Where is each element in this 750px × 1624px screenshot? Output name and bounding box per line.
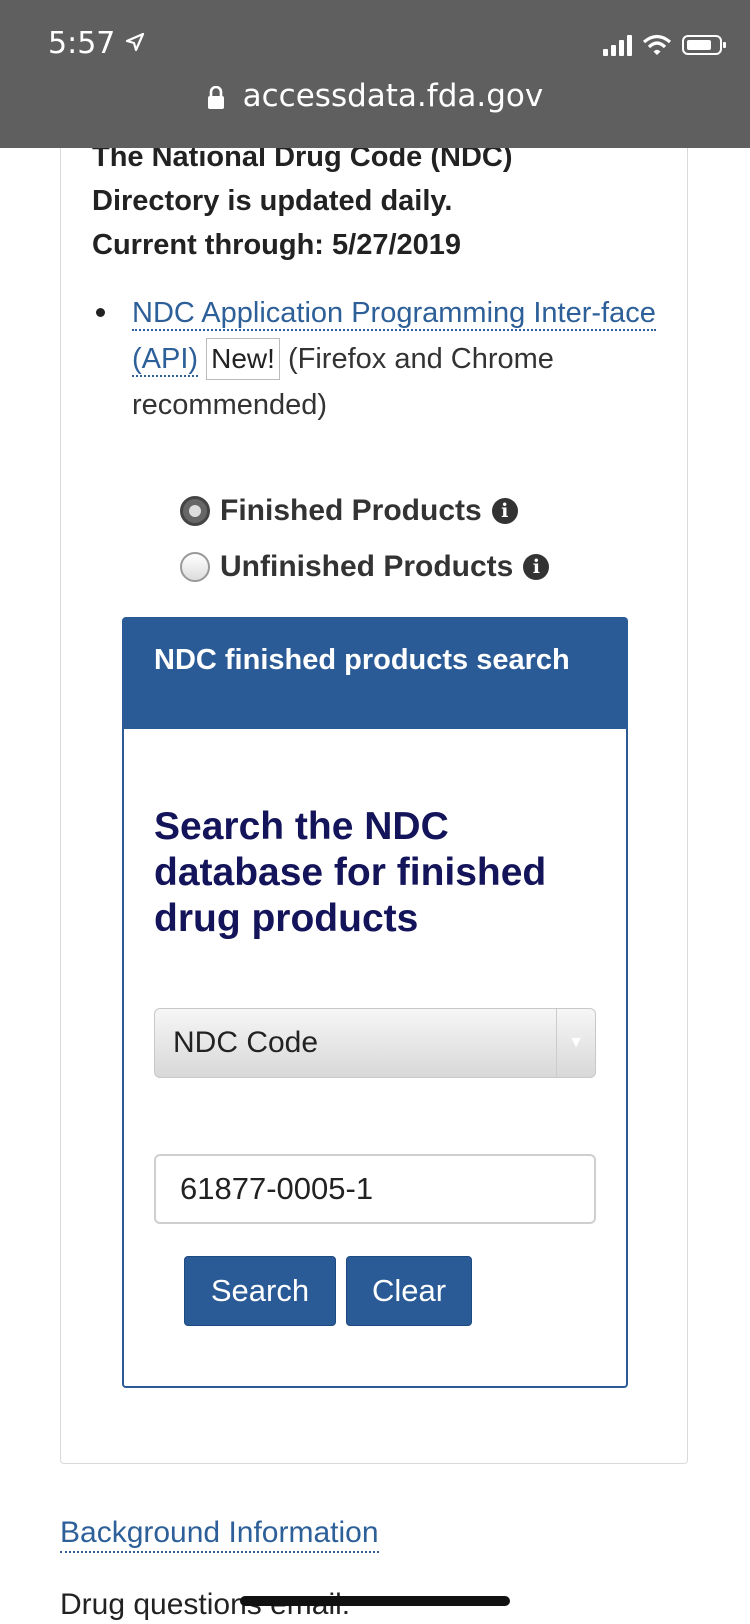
dropdown-arrow-icon: ▼ (556, 1009, 595, 1077)
search-card-header: NDC finished products search (124, 619, 626, 729)
clear-button[interactable]: Clear (346, 1256, 472, 1326)
radio-label-unfinished: Unfinished Products (220, 550, 514, 583)
api-list-item: NDC Application Programming Inter-face (… (132, 290, 672, 428)
new-badge: New! (206, 338, 280, 380)
notice-line-2: Directory is updated daily. (92, 185, 453, 217)
radio-finished-products[interactable]: Finished Products i (180, 494, 518, 528)
radio-label-finished: Finished Products (220, 494, 482, 527)
home-indicator[interactable] (240, 1596, 510, 1606)
directory-update-notice: The National Drug Code (NDC) Directory i… (92, 135, 652, 267)
search-field-select[interactable]: NDC Code ▼ (154, 1008, 596, 1078)
bullet-dot (96, 308, 105, 317)
ndc-query-input[interactable]: 61877-0005-1 (154, 1154, 596, 1224)
background-information-link[interactable]: Background Information (60, 1515, 379, 1553)
search-button[interactable]: Search (184, 1256, 336, 1326)
browser-top-bar: 5:57 accessdata.fda.gov (0, 0, 750, 148)
status-time: 5:57 (48, 26, 145, 61)
wifi-icon (642, 34, 672, 55)
time-text: 5:57 (48, 26, 116, 61)
search-heading: Search the NDC database for finished dru… (154, 805, 547, 940)
info-icon[interactable]: i (523, 554, 550, 580)
radio-button-unselected[interactable] (180, 552, 210, 582)
battery-icon (682, 35, 726, 55)
address-bar[interactable]: accessdata.fda.gov (0, 78, 750, 114)
cellular-signal-icon (603, 34, 632, 56)
status-icons (603, 34, 726, 56)
lock-icon (207, 85, 224, 109)
radio-button-selected[interactable] (180, 496, 210, 526)
info-icon[interactable]: i (491, 498, 518, 524)
search-card: NDC finished products search Search the … (122, 617, 628, 1388)
url-text: accessdata.fda.gov (242, 78, 544, 114)
select-value: NDC Code (173, 1026, 319, 1059)
location-arrow-icon (125, 32, 145, 52)
notice-line-3: Current through: 5/27/2019 (92, 229, 462, 261)
radio-unfinished-products[interactable]: Unfinished Products i (180, 550, 550, 584)
